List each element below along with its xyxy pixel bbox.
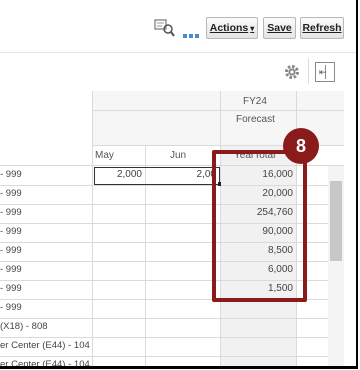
review-search-icon[interactable] bbox=[154, 18, 176, 38]
more-dots-icon[interactable] bbox=[183, 25, 201, 38]
toolbar-separator bbox=[308, 58, 309, 84]
actions-button[interactable]: Actions ▾ bbox=[206, 17, 258, 39]
expand-panel-icon[interactable]: ⇤ bbox=[315, 62, 335, 82]
row-label[interactable]: - 999 bbox=[0, 283, 22, 294]
col-header-jun[interactable]: Jun bbox=[170, 150, 186, 161]
row-label[interactable]: (X18) - 808 bbox=[0, 321, 48, 332]
scenario-header: Forecast bbox=[236, 114, 275, 125]
yeartotal-highlight-box bbox=[212, 150, 307, 302]
actions-label: Actions bbox=[209, 22, 249, 34]
year-header: FY24 bbox=[243, 96, 267, 107]
caret-down-icon: ▾ bbox=[250, 23, 255, 33]
callout-badge: 8 bbox=[283, 128, 319, 164]
row-label[interactable]: - 999 bbox=[0, 188, 22, 199]
toolbar-divider bbox=[0, 52, 356, 53]
save-button[interactable]: Save bbox=[263, 17, 296, 39]
row-label[interactable]: - 999 bbox=[0, 245, 22, 256]
gear-icon[interactable] bbox=[283, 63, 301, 81]
row-label[interactable]: - 999 bbox=[0, 226, 22, 237]
edited-cell-selection[interactable] bbox=[94, 167, 220, 185]
toolbar: Actions ▾ Save Refresh bbox=[0, 0, 356, 52]
col-header-may[interactable]: May bbox=[95, 150, 114, 161]
vertical-scrollbar-thumb[interactable] bbox=[330, 181, 342, 261]
row-label[interactable]: - 999 bbox=[0, 207, 22, 218]
row-label[interactable]: er Center (E44) - 104 bbox=[0, 359, 90, 366]
refresh-button[interactable]: Refresh bbox=[300, 17, 344, 39]
row-label[interactable]: - 999 bbox=[0, 264, 22, 275]
row-label[interactable]: - 999 bbox=[0, 169, 22, 180]
row-label[interactable]: er Center (E44) - 104 bbox=[0, 340, 90, 351]
app-frame: Actions ▾ Save Refresh ⇤ FY24 Forecast M… bbox=[0, 0, 358, 369]
row-label[interactable]: - 999 bbox=[0, 302, 22, 313]
